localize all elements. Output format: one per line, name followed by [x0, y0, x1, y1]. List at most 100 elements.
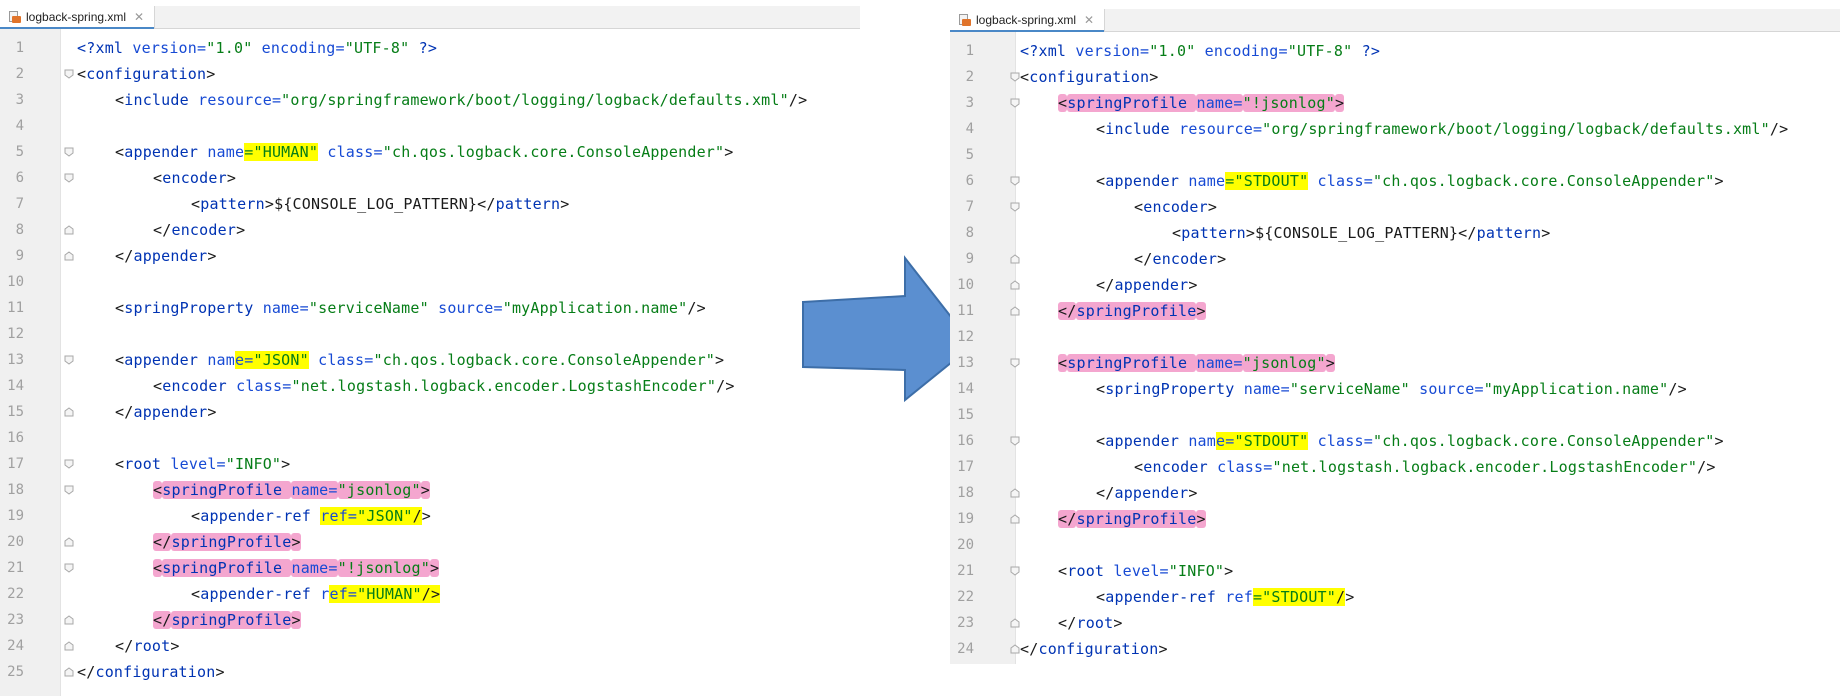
- fold-open-icon[interactable]: [1010, 358, 1020, 368]
- highlighted-token: />: [421, 585, 441, 603]
- fold-open-icon[interactable]: [64, 485, 74, 495]
- code-line[interactable]: 21 <springProfile name="!jsonlog">: [0, 555, 860, 581]
- code-line[interactable]: 1 <?xml version="1.0" encoding="UTF-8" ?>: [950, 38, 1840, 64]
- fold-open-icon[interactable]: [1010, 202, 1020, 212]
- fold-open-icon[interactable]: [64, 147, 74, 157]
- highlighted-token: /: [1336, 588, 1346, 606]
- code-token: version=: [132, 39, 207, 57]
- code-line[interactable]: 13 <springProfile name="jsonlog">: [950, 350, 1840, 376]
- fold-open-icon[interactable]: [1010, 176, 1020, 186]
- fold-open-icon[interactable]: [1010, 566, 1020, 576]
- code-token: resource=: [198, 91, 282, 109]
- fold-open-icon[interactable]: [64, 69, 74, 79]
- fold-open-icon[interactable]: [1010, 436, 1020, 446]
- fold-close-icon[interactable]: [64, 407, 74, 417]
- code-line[interactable]: 10: [0, 269, 860, 295]
- code-line[interactable]: 15: [950, 402, 1840, 428]
- line-number: 15: [957, 407, 974, 423]
- code-line[interactable]: 20 </springProfile>: [0, 529, 860, 555]
- profile-highlight-token: >: [420, 481, 430, 499]
- code-line[interactable]: 12: [0, 321, 860, 347]
- code-line[interactable]: 17 <root level="INFO">: [0, 451, 860, 477]
- code-line[interactable]: 14 <springProperty name="serviceName" sou…: [950, 376, 1840, 402]
- code-text: </springProfile>: [1058, 298, 1206, 324]
- fold-close-icon[interactable]: [1010, 644, 1020, 654]
- code-line[interactable]: 6 <appender name="STDOUT" class="ch.qos.l…: [950, 168, 1840, 194]
- fold-open-icon[interactable]: [64, 459, 74, 469]
- fold-close-icon[interactable]: [64, 667, 74, 677]
- code-line[interactable]: 17 <encoder class="net.logstash.logback.e…: [950, 454, 1840, 480]
- code-line[interactable]: 24 </root>: [0, 633, 860, 659]
- left-file-tab[interactable]: logback-spring.xml ✕: [0, 6, 156, 29]
- code-line[interactable]: 7 <encoder>: [950, 194, 1840, 220]
- line-number: 6: [965, 173, 974, 189]
- code-token: encoding=: [252, 39, 345, 57]
- code-line[interactable]: 3 <include resource="org/springframework/…: [0, 87, 860, 113]
- code-line[interactable]: 3 <springProfile name="!jsonlog">: [950, 90, 1840, 116]
- code-line[interactable]: 7 <pattern>${CONSOLE_LOG_PATTERN}</patter…: [0, 191, 860, 217]
- code-line[interactable]: 24 </configuration>: [950, 636, 1840, 662]
- code-line[interactable]: 25 </configuration>: [0, 659, 860, 685]
- code-token: <: [115, 91, 125, 109]
- code-line[interactable]: 20: [950, 532, 1840, 558]
- code-line[interactable]: 5: [950, 142, 1840, 168]
- code-line[interactable]: 15 </appender>: [0, 399, 860, 425]
- code-line[interactable]: 16: [0, 425, 860, 451]
- code-line[interactable]: 8 </encoder>: [0, 217, 860, 243]
- fold-open-icon[interactable]: [64, 355, 74, 365]
- fold-close-icon[interactable]: [1010, 618, 1020, 628]
- code-line[interactable]: 4: [0, 113, 860, 139]
- fold-close-icon[interactable]: [1010, 254, 1020, 264]
- code-token: </: [1134, 250, 1153, 268]
- fold-close-icon[interactable]: [64, 641, 74, 651]
- fold-close-icon[interactable]: [64, 615, 74, 625]
- code-line[interactable]: 2 <configuration>: [0, 61, 860, 87]
- fold-open-icon[interactable]: [1010, 72, 1020, 82]
- code-line[interactable]: 11 </springProfile>: [950, 298, 1840, 324]
- line-number: 10: [957, 277, 974, 293]
- close-icon[interactable]: ✕: [1084, 13, 1094, 27]
- fold-close-icon[interactable]: [1010, 514, 1020, 524]
- code-line[interactable]: 6 <encoder>: [0, 165, 860, 191]
- code-line[interactable]: 14 <encoder class="net.logstash.logback.e…: [0, 373, 860, 399]
- code-line[interactable]: 23 </springProfile>: [0, 607, 860, 633]
- code-line[interactable]: 1 <?xml version="1.0" encoding="UTF-8" ?>: [0, 35, 860, 61]
- code-line[interactable]: 22 <appender-ref ref="HUMAN"/>: [0, 581, 860, 607]
- fold-open-icon[interactable]: [64, 173, 74, 183]
- code-text: <springProperty name="serviceName" sourc…: [1096, 376, 1687, 402]
- code-token: name=: [262, 299, 309, 317]
- code-line[interactable]: 18 </appender>: [950, 480, 1840, 506]
- code-line[interactable]: 8 <pattern>${CONSOLE_LOG_PATTERN}</patter…: [950, 220, 1840, 246]
- fold-close-icon[interactable]: [64, 537, 74, 547]
- code-token: "1.0": [1149, 42, 1196, 60]
- code-line[interactable]: 23 </root>: [950, 610, 1840, 636]
- code-line[interactable]: 13 <appender name="JSON" class="ch.qos.lo…: [0, 347, 860, 373]
- code-line[interactable]: 19 </springProfile>: [950, 506, 1840, 532]
- code-line[interactable]: 12: [950, 324, 1840, 350]
- code-line[interactable]: 9 </appender>: [0, 243, 860, 269]
- fold-open-icon[interactable]: [64, 563, 74, 573]
- fold-close-icon[interactable]: [1010, 306, 1020, 316]
- code-line[interactable]: 11 <springProperty name="serviceName" sou…: [0, 295, 860, 321]
- code-line[interactable]: 4 <include resource="org/springframework/…: [950, 116, 1840, 142]
- code-line[interactable]: 22 <appender-ref ref="STDOUT"/>: [950, 584, 1840, 610]
- code-line[interactable]: 10 </appender>: [950, 272, 1840, 298]
- code-line[interactable]: 16 <appender name="STDOUT" class="ch.qos.…: [950, 428, 1840, 454]
- fold-close-icon[interactable]: [1010, 280, 1020, 290]
- fold-close-icon[interactable]: [64, 251, 74, 261]
- fold-close-icon[interactable]: [64, 225, 74, 235]
- right-file-tab[interactable]: logback-spring.xml ✕: [950, 9, 1106, 32]
- code-line[interactable]: 19 <appender-ref ref="JSON"/>: [0, 503, 860, 529]
- profile-highlight-token: >: [1334, 94, 1345, 112]
- code-line[interactable]: 2 <configuration>: [950, 64, 1840, 90]
- code-line[interactable]: 5 <appender name="HUMAN" class="ch.qos.lo…: [0, 139, 860, 165]
- fold-open-icon[interactable]: [1010, 98, 1020, 108]
- code-line[interactable]: 9 </encoder>: [950, 246, 1840, 272]
- fold-close-icon[interactable]: [1010, 488, 1020, 498]
- close-icon[interactable]: ✕: [134, 10, 144, 24]
- code-token: root: [124, 455, 171, 473]
- profile-highlight-token: "jsonlog": [337, 481, 421, 499]
- code-line[interactable]: 18 <springProfile name="jsonlog">: [0, 477, 860, 503]
- code-token: encoder: [162, 169, 227, 187]
- code-line[interactable]: 21 <root level="INFO">: [950, 558, 1840, 584]
